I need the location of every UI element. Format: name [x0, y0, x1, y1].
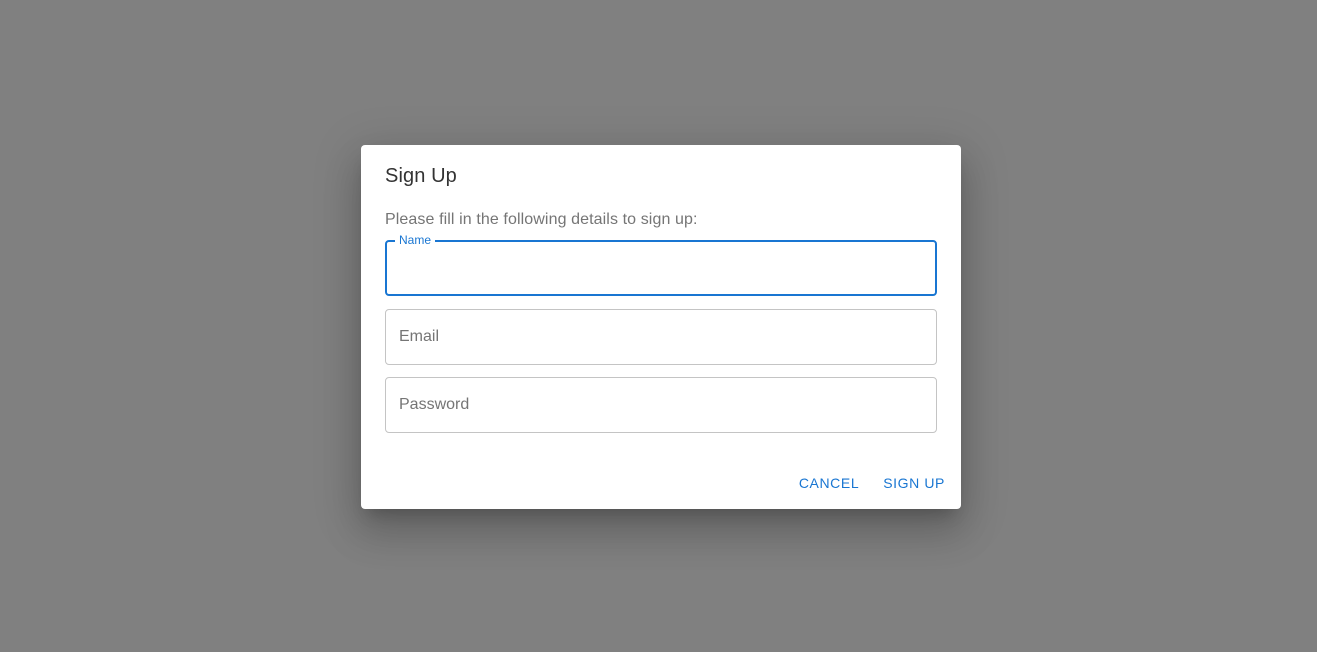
email-field	[385, 309, 937, 365]
password-input[interactable]	[385, 377, 937, 433]
sign-up-button[interactable]: SIGN UP	[875, 465, 953, 501]
name-input[interactable]	[385, 240, 937, 296]
dialog-actions: CANCEL SIGN UP	[791, 465, 953, 501]
cancel-button[interactable]: CANCEL	[791, 465, 867, 501]
password-field	[385, 377, 937, 433]
signup-dialog: Sign Up Please fill in the following det…	[361, 145, 961, 509]
name-field: Name	[385, 233, 937, 296]
email-input[interactable]	[385, 309, 937, 365]
dialog-title: Sign Up	[385, 165, 457, 187]
dialog-description: Please fill in the following details to …	[385, 211, 698, 228]
